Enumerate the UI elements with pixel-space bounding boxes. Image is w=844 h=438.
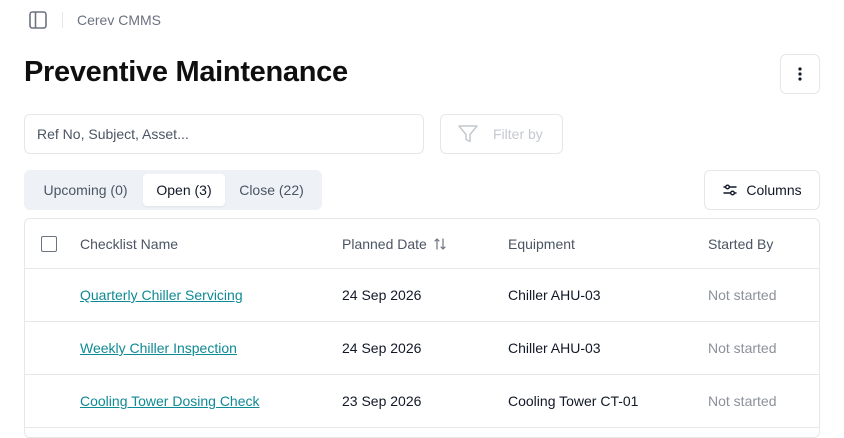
table-row[interactable]: Quarterly Chiller Servicing 24 Sep 2026 … — [25, 269, 819, 322]
columns-label: Columns — [746, 182, 802, 198]
column-header-checklist-name[interactable]: Checklist Name — [80, 219, 178, 268]
maintenance-table: Checklist Name Planned Date Equipment St… — [24, 218, 820, 438]
started-by-cell: Not started — [708, 287, 777, 303]
planned-date-header-label: Planned Date — [342, 235, 427, 252]
checklist-name-link[interactable]: Weekly Chiller Inspection — [80, 340, 237, 356]
vertical-dots-icon — [798, 67, 802, 81]
breadcrumb[interactable]: Cerev CMMS — [77, 12, 161, 28]
planned-date-cell: 24 Sep 2026 — [342, 340, 422, 356]
more-options-button[interactable] — [780, 54, 820, 94]
columns-button[interactable]: Columns — [704, 170, 820, 210]
table-header-row: Checklist Name Planned Date Equipment St… — [25, 219, 819, 269]
select-all-checkbox[interactable] — [41, 235, 57, 252]
checklist-name-link[interactable]: Cooling Tower Dosing Check — [80, 393, 260, 409]
planned-date-cell: 24 Sep 2026 — [342, 287, 422, 303]
sliders-icon — [723, 184, 738, 196]
tab-close[interactable]: Close (22) — [225, 174, 318, 206]
filter-label: Filter by — [493, 126, 543, 142]
equipment-cell: Cooling Tower CT-01 — [508, 393, 639, 409]
search-input[interactable] — [24, 114, 424, 154]
page-title: Preventive Maintenance — [24, 56, 348, 88]
tab-upcoming[interactable]: Upcoming (0) — [28, 174, 143, 206]
equipment-cell: Chiller AHU-03 — [508, 287, 601, 303]
started-by-cell: Not started — [708, 340, 777, 356]
table-row[interactable]: Cooling Tower Dosing Check 23 Sep 2026 C… — [25, 375, 819, 428]
table-row[interactable]: Weekly Chiller Inspection 24 Sep 2026 Ch… — [25, 322, 819, 375]
top-bar: Cerev CMMS — [24, 8, 161, 32]
sort-icon[interactable] — [433, 237, 447, 251]
breadcrumb-divider — [62, 12, 63, 28]
tab-open[interactable]: Open (3) — [143, 174, 225, 206]
equipment-cell: Chiller AHU-03 — [508, 340, 601, 356]
column-header-planned-date[interactable]: Planned Date — [342, 219, 447, 268]
checklist-name-link[interactable]: Quarterly Chiller Servicing — [80, 287, 243, 303]
filter-icon — [458, 125, 478, 143]
column-header-started-by[interactable]: Started By — [708, 219, 773, 268]
planned-date-cell: 23 Sep 2026 — [342, 393, 422, 409]
sidebar-toggle-icon[interactable] — [24, 8, 52, 32]
started-by-cell: Not started — [708, 393, 777, 409]
filter-button[interactable]: Filter by — [440, 114, 563, 154]
status-tabs: Upcoming (0) Open (3) Close (22) — [24, 170, 322, 210]
column-header-equipment[interactable]: Equipment — [508, 219, 575, 268]
